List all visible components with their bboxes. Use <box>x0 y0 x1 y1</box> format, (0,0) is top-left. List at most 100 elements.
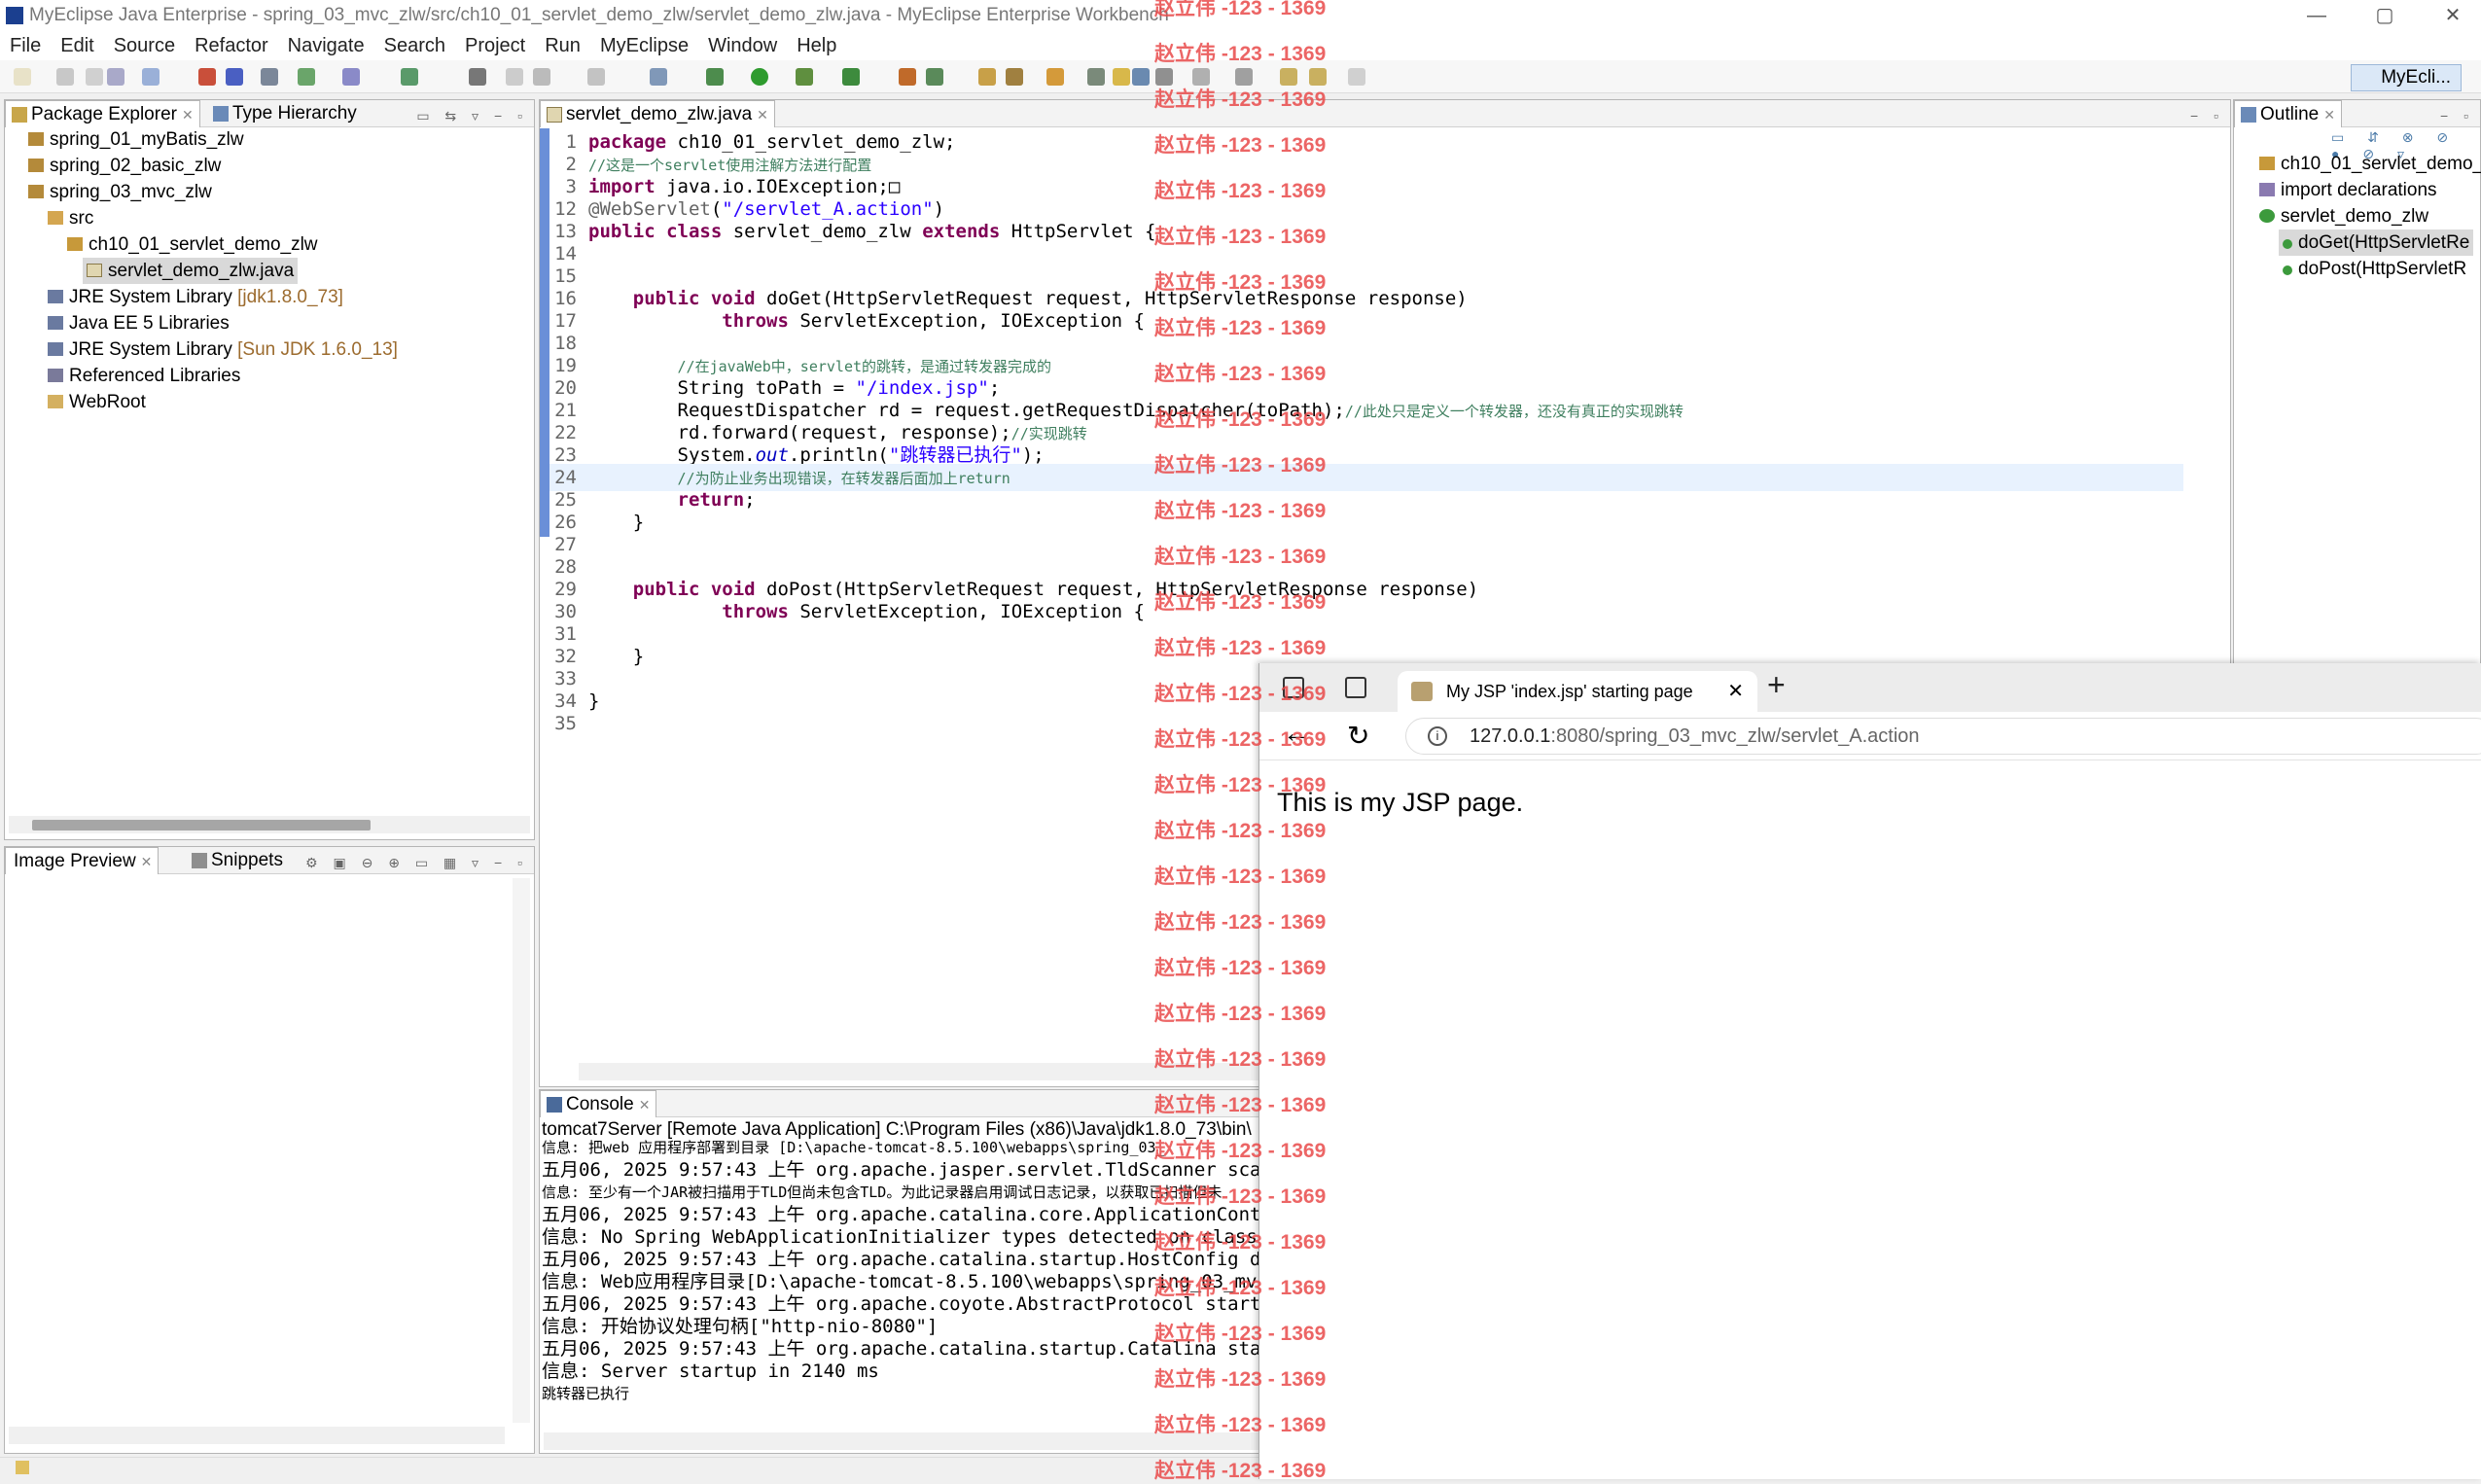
horizontal-scrollbar[interactable] <box>9 816 530 833</box>
tab-image-preview[interactable]: Image Preview ✕ <box>5 847 159 874</box>
new-icon[interactable] <box>14 68 31 86</box>
outline-package[interactable]: ch10_01_servlet_demo_ <box>2259 151 2481 177</box>
browser-icon[interactable] <box>261 68 278 86</box>
highlight-icon[interactable] <box>1113 68 1130 86</box>
tab-snippets[interactable]: Snippets <box>186 847 289 874</box>
menu-source[interactable]: Source <box>104 31 185 60</box>
tree-webroot[interactable]: WebRoot <box>48 389 146 415</box>
tree-javaee-library[interactable]: Java EE 5 Libraries <box>48 310 230 336</box>
tree-java-file[interactable]: servlet_demo_zlw.java <box>83 258 299 284</box>
tab-console[interactable]: Console ✕ <box>540 1090 657 1117</box>
tree-project-spring03[interactable]: spring_03_mvc_zlw <box>28 179 212 205</box>
team-icon[interactable] <box>401 68 418 86</box>
annotation-icon[interactable] <box>1087 68 1105 86</box>
save-all-icon[interactable] <box>86 68 103 86</box>
info-icon[interactable]: i <box>1428 726 1447 746</box>
url-input[interactable]: i 127.0.0.1:8080/spring_03_mvc_zlw/servl… <box>1405 718 2481 755</box>
menu-navigate[interactable]: Navigate <box>278 31 374 60</box>
horizontal-scrollbar[interactable] <box>9 1427 505 1444</box>
maximize-button[interactable]: ▢ <box>2356 0 2414 31</box>
print-icon[interactable] <box>107 68 124 86</box>
menu-edit[interactable]: Edit <box>51 31 103 60</box>
run-icon[interactable] <box>751 68 768 86</box>
menu-window[interactable]: Window <box>698 31 787 60</box>
new-project-icon[interactable] <box>899 68 916 86</box>
reload-icon[interactable]: ↻ <box>1347 720 1369 752</box>
menu-run[interactable]: Run <box>535 31 590 60</box>
external-tools-icon[interactable] <box>842 68 860 86</box>
show-whitespace-icon[interactable] <box>1132 68 1150 86</box>
open-type-icon[interactable] <box>142 68 159 86</box>
page-favicon-icon <box>1411 682 1433 701</box>
close-button[interactable]: ✕ <box>2424 0 2481 31</box>
close-tab-icon[interactable]: ✕ <box>757 107 768 123</box>
tree-package[interactable]: ch10_01_servlet_demo_zlw <box>67 231 318 258</box>
tab-package-explorer[interactable]: Package Explorer ✕ <box>5 100 200 127</box>
vertical-tabs-icon[interactable] <box>1345 677 1366 698</box>
open-folder-icon[interactable] <box>978 68 996 86</box>
open-resource-icon[interactable] <box>1046 68 1064 86</box>
search-icon[interactable] <box>1006 68 1023 86</box>
scrollbar-thumb[interactable] <box>32 820 371 830</box>
tree-jre-library[interactable]: JRE System Library [jdk1.8.0_73] <box>48 284 343 310</box>
close-tab-icon[interactable]: ✕ <box>1727 671 1744 712</box>
menu-refactor[interactable]: Refactor <box>185 31 278 60</box>
debug-run-icon[interactable] <box>706 68 724 86</box>
outline-class[interactable]: servlet_demo_zlw <box>2259 203 2428 230</box>
outline-icon <box>2241 107 2256 123</box>
outline-minmax-icons[interactable]: − ▫ <box>2440 102 2474 129</box>
menu-search[interactable]: Search <box>374 31 455 60</box>
watermark-text: 赵立伟 -123 - 1369 <box>1154 1414 1327 1436</box>
tab-outline[interactable]: Outline ✕ <box>2234 100 2342 127</box>
minimize-button[interactable]: — <box>2287 0 2346 31</box>
close-tab-icon[interactable]: ✕ <box>639 1097 651 1113</box>
console-icon <box>547 1097 562 1113</box>
vertical-scrollbar[interactable] <box>513 878 530 1423</box>
close-tab-icon[interactable]: ✕ <box>182 107 194 123</box>
source-folder-icon <box>48 211 63 225</box>
step-icon[interactable] <box>506 68 523 86</box>
new-tab-button[interactable]: + <box>1767 667 1786 703</box>
package-explorer-panel: Package Explorer ✕ Type Hierarchy ▭ ⇆ ▿ −… <box>4 99 535 840</box>
forward-icon[interactable] <box>1348 68 1365 86</box>
tree-src-folder[interactable]: src <box>48 205 93 231</box>
browser-tab[interactable]: My JSP 'index.jsp' starting page ✕ <box>1398 671 1757 712</box>
web-icon[interactable] <box>342 68 360 86</box>
console-icon[interactable] <box>650 68 667 86</box>
watermark-text: 赵立伟 -123 - 1369 <box>1154 500 1327 522</box>
menu-help[interactable]: Help <box>787 31 846 60</box>
change-ruler <box>540 128 549 537</box>
outline-imports[interactable]: import declarations <box>2259 177 2437 203</box>
gear-icon[interactable] <box>587 68 605 86</box>
run-history-icon[interactable] <box>796 68 813 86</box>
library-icon <box>48 369 63 382</box>
editor-minmax-icons[interactable]: − ▫ <box>2190 102 2224 129</box>
outline-doget[interactable]: doGet(HttpServletRe <box>2279 230 2474 256</box>
view-menu-icon[interactable]: ▭ ⇆ ▿ − ▫ <box>416 102 528 129</box>
tab-type-hierarchy[interactable]: Type Hierarchy <box>207 100 363 127</box>
library-icon <box>48 290 63 303</box>
debug-icon[interactable] <box>298 68 315 86</box>
watermark-text: 赵立伟 -123 - 1369 <box>1154 1048 1327 1071</box>
tree-referenced-libraries[interactable]: Referenced Libraries <box>48 363 240 389</box>
save-icon[interactable] <box>56 68 74 86</box>
menu-myeclipse[interactable]: MyEclipse <box>590 31 698 60</box>
globe-icon[interactable] <box>469 68 486 86</box>
server-icon[interactable] <box>198 68 216 86</box>
tab-servlet-demo-java[interactable]: servlet_demo_zlw.java ✕ <box>540 100 775 127</box>
tree-project-spring01[interactable]: spring_01_myBatis_zlw <box>28 126 244 153</box>
tree-jre-library-sun[interactable]: JRE System Library [Sun JDK 1.6.0_13] <box>48 336 398 363</box>
deploy-icon[interactable] <box>226 68 243 86</box>
preview-toolbar-icons[interactable]: ⚙ ▣ ⊖ ⊕ ▭ ▦ ▿ − ▫ <box>305 849 528 876</box>
menu-project[interactable]: Project <box>455 31 535 60</box>
close-tab-icon[interactable]: ✕ <box>141 854 153 869</box>
menu-file[interactable]: File <box>0 31 51 60</box>
method-icon <box>2283 239 2292 249</box>
perspective-myeclipse[interactable]: MyEcli... <box>2351 64 2462 91</box>
step-over-icon[interactable] <box>533 68 550 86</box>
outline-dopost[interactable]: doPost(HttpServletR <box>2283 256 2466 282</box>
tree-project-spring02[interactable]: spring_02_basic_zlw <box>28 153 221 179</box>
watermark-text: 赵立伟 -123 - 1369 <box>1154 546 1327 568</box>
close-tab-icon[interactable]: ✕ <box>2323 107 2335 123</box>
new-class-icon[interactable] <box>926 68 943 86</box>
